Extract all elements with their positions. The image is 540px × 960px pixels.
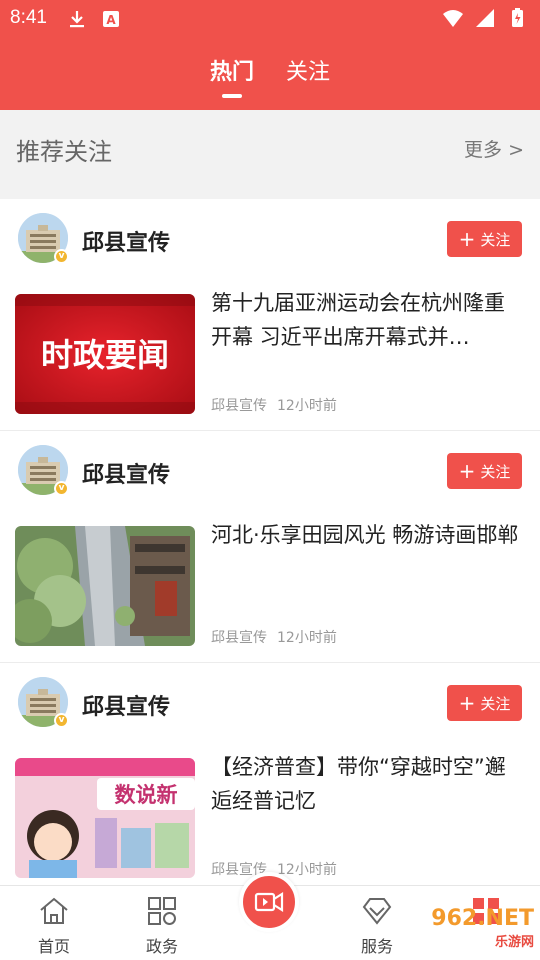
status-time: 8:41: [10, 7, 47, 28]
app-header: 8:41 A 热门 关注: [0, 0, 540, 110]
feed-list: v 邱县宣传 + 关注 时政要闻 第十九届亚洲运动会在杭州隆重开幕 习近平出席开…: [0, 199, 540, 895]
nav-government-label: 政务: [145, 937, 178, 956]
plus-icon: +: [458, 459, 476, 483]
article-title[interactable]: 第十九届亚洲运动会在杭州隆重开幕 习近平出席开幕式并…: [211, 286, 525, 354]
thumb-text: 时政要闻: [41, 336, 169, 374]
nav-government[interactable]: 政务: [122, 894, 202, 957]
article-title[interactable]: 【经济普查】带你“穿越时空”邂逅经普记忆: [211, 750, 525, 818]
nav-service-label: 服务: [360, 937, 393, 956]
follow-button-label: 关注: [480, 462, 511, 481]
verified-badge-icon: v: [54, 249, 69, 264]
recommend-more-link[interactable]: 更多 >: [464, 135, 524, 162]
wifi-icon: [443, 10, 463, 27]
feed-card: v 邱县宣传 + 关注 河北·乐享田园风光 畅游诗画邯郸 邱县宣传 12小时前: [0, 431, 540, 663]
watermark-logo: 962.NET 乐游网: [431, 906, 534, 950]
tab-follow[interactable]: 关注: [286, 56, 330, 96]
nav-video-button[interactable]: [239, 872, 299, 932]
battery-charging-icon: [512, 8, 523, 27]
tab-hot[interactable]: 热门: [209, 56, 254, 98]
verified-badge-icon: v: [54, 713, 69, 728]
feed-card: v 邱县宣传 + 关注 数说新 【经济普查】带你“穿越时空”邂逅经普记忆 邱县宣…: [0, 663, 540, 895]
home-icon: [40, 897, 68, 924]
article-thumbnail[interactable]: [15, 526, 195, 646]
source-name[interactable]: 邱县宣传: [82, 225, 170, 257]
follow-button[interactable]: + 关注: [447, 453, 522, 489]
tab-hot-label: 热门: [209, 60, 254, 85]
plus-icon: +: [458, 227, 476, 251]
recommend-section-header: 推荐关注 更多 >: [0, 110, 540, 198]
download-icon: [70, 11, 84, 28]
article-title[interactable]: 河北·乐享田园风光 畅游诗画邯郸: [211, 518, 525, 552]
source-name[interactable]: 邱县宣传: [82, 689, 170, 721]
watermark-sub: 乐游网: [494, 935, 534, 950]
article-meta: 邱县宣传 12小时前: [211, 627, 337, 647]
article-meta: 邱县宣传 12小时前: [211, 395, 337, 415]
meta-source: 邱县宣传: [211, 398, 267, 414]
tab-active-indicator: [221, 94, 242, 98]
grid-icon: [148, 897, 176, 925]
recommend-title: 推荐关注: [16, 138, 112, 166]
meta-time: 12小时前: [277, 630, 337, 646]
follow-button[interactable]: + 关注: [447, 221, 522, 257]
watermark-brand: 962.NET: [431, 906, 534, 931]
source-name[interactable]: 邱县宣传: [82, 457, 170, 489]
verified-badge-icon: v: [54, 481, 69, 496]
follow-button[interactable]: + 关注: [447, 685, 522, 721]
follow-button-label: 关注: [480, 694, 511, 713]
follow-button-label: 关注: [480, 230, 511, 249]
svg-text:A: A: [106, 13, 116, 27]
plus-icon: +: [458, 691, 476, 715]
video-camera-icon: [254, 892, 284, 912]
feed-card: v 邱县宣传 + 关注 时政要闻 第十九届亚洲运动会在杭州隆重开幕 习近平出席开…: [0, 199, 540, 431]
meta-time: 12小时前: [277, 862, 337, 878]
status-bar: 8:41 A: [0, 0, 540, 36]
nav-home[interactable]: 首页: [14, 894, 94, 957]
signal-icon: [476, 9, 494, 27]
tab-follow-label: 关注: [286, 60, 331, 85]
font-a-icon: A: [103, 11, 119, 27]
top-tabs: 热门 关注: [0, 56, 540, 98]
meta-source: 邱县宣传: [211, 630, 267, 646]
bottom-nav: 首页 政务 服务 962.NET 乐游网: [0, 872, 540, 960]
thumb-text: 数说新: [115, 783, 178, 807]
diamond-icon: [362, 898, 392, 925]
article-thumbnail[interactable]: 时政要闻: [15, 294, 195, 414]
article-thumbnail[interactable]: 数说新: [15, 758, 195, 878]
nav-home-label: 首页: [37, 937, 70, 956]
meta-time: 12小时前: [277, 398, 337, 414]
nav-service[interactable]: 服务: [337, 894, 417, 957]
